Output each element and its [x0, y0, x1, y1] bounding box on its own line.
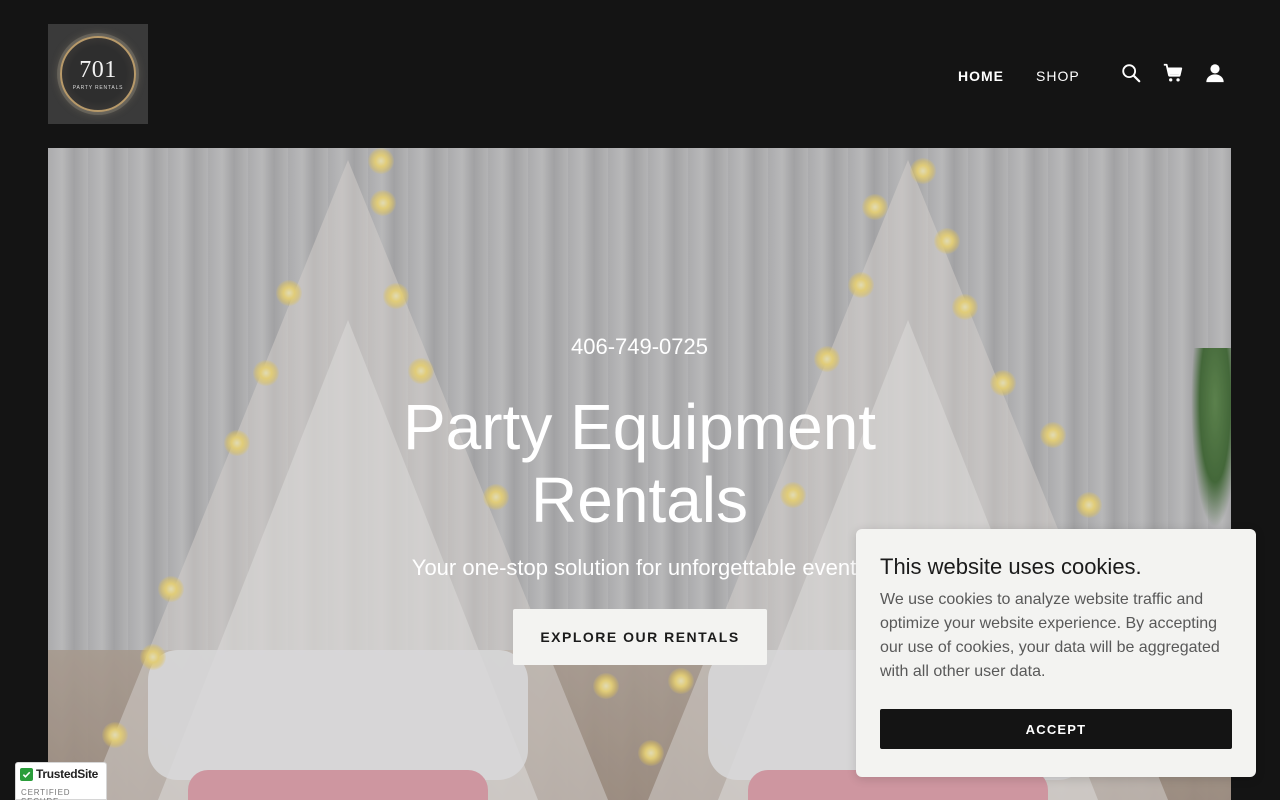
trustedsite-name: TrustedSite [36, 767, 99, 781]
cookie-banner-title: This website uses cookies. [880, 554, 1142, 579]
trustedsite-subtext: CERTIFIED SECURE [21, 788, 71, 800]
logo-emblem: 701 PARTY RENTALS [60, 36, 136, 112]
nav-shop-link[interactable]: SHOP [1036, 67, 1080, 85]
main-nav: HOME SHOP [958, 67, 1080, 85]
check-icon [20, 767, 33, 781]
nav-home-link[interactable]: HOME [958, 67, 1004, 85]
hero-phone-number[interactable]: 406-749-0725 [48, 334, 1231, 360]
header-icons [1120, 62, 1226, 84]
site-header: 701 PARTY RENTALS HOME SHOP [0, 0, 1280, 148]
hero-title-line-1: Party Equipment [402, 391, 877, 463]
logo-number: 701 [79, 56, 117, 83]
accept-cookies-button[interactable]: ACCEPT [880, 709, 1232, 749]
logo-subtext: PARTY RENTALS [72, 84, 124, 91]
cookie-banner-text: We use cookies to analyze website traffi… [880, 591, 1220, 680]
cookie-banner: This website uses cookies. We use cookie… [856, 529, 1256, 777]
explore-rentals-button[interactable]: EXPLORE OUR RENTALS [513, 609, 767, 665]
search-icon[interactable] [1120, 62, 1142, 84]
trustedsite-badge[interactable]: TrustedSite CERTIFIED SECURE [15, 762, 107, 800]
hero-title-line-2: Rentals [531, 464, 748, 536]
trustedsite-badge-header: TrustedSite [20, 767, 98, 781]
hero-title: Party Equipment Rentals [48, 391, 1231, 537]
site-logo[interactable]: 701 PARTY RENTALS [48, 24, 148, 124]
account-icon[interactable] [1204, 62, 1226, 84]
cart-icon[interactable] [1162, 62, 1184, 84]
